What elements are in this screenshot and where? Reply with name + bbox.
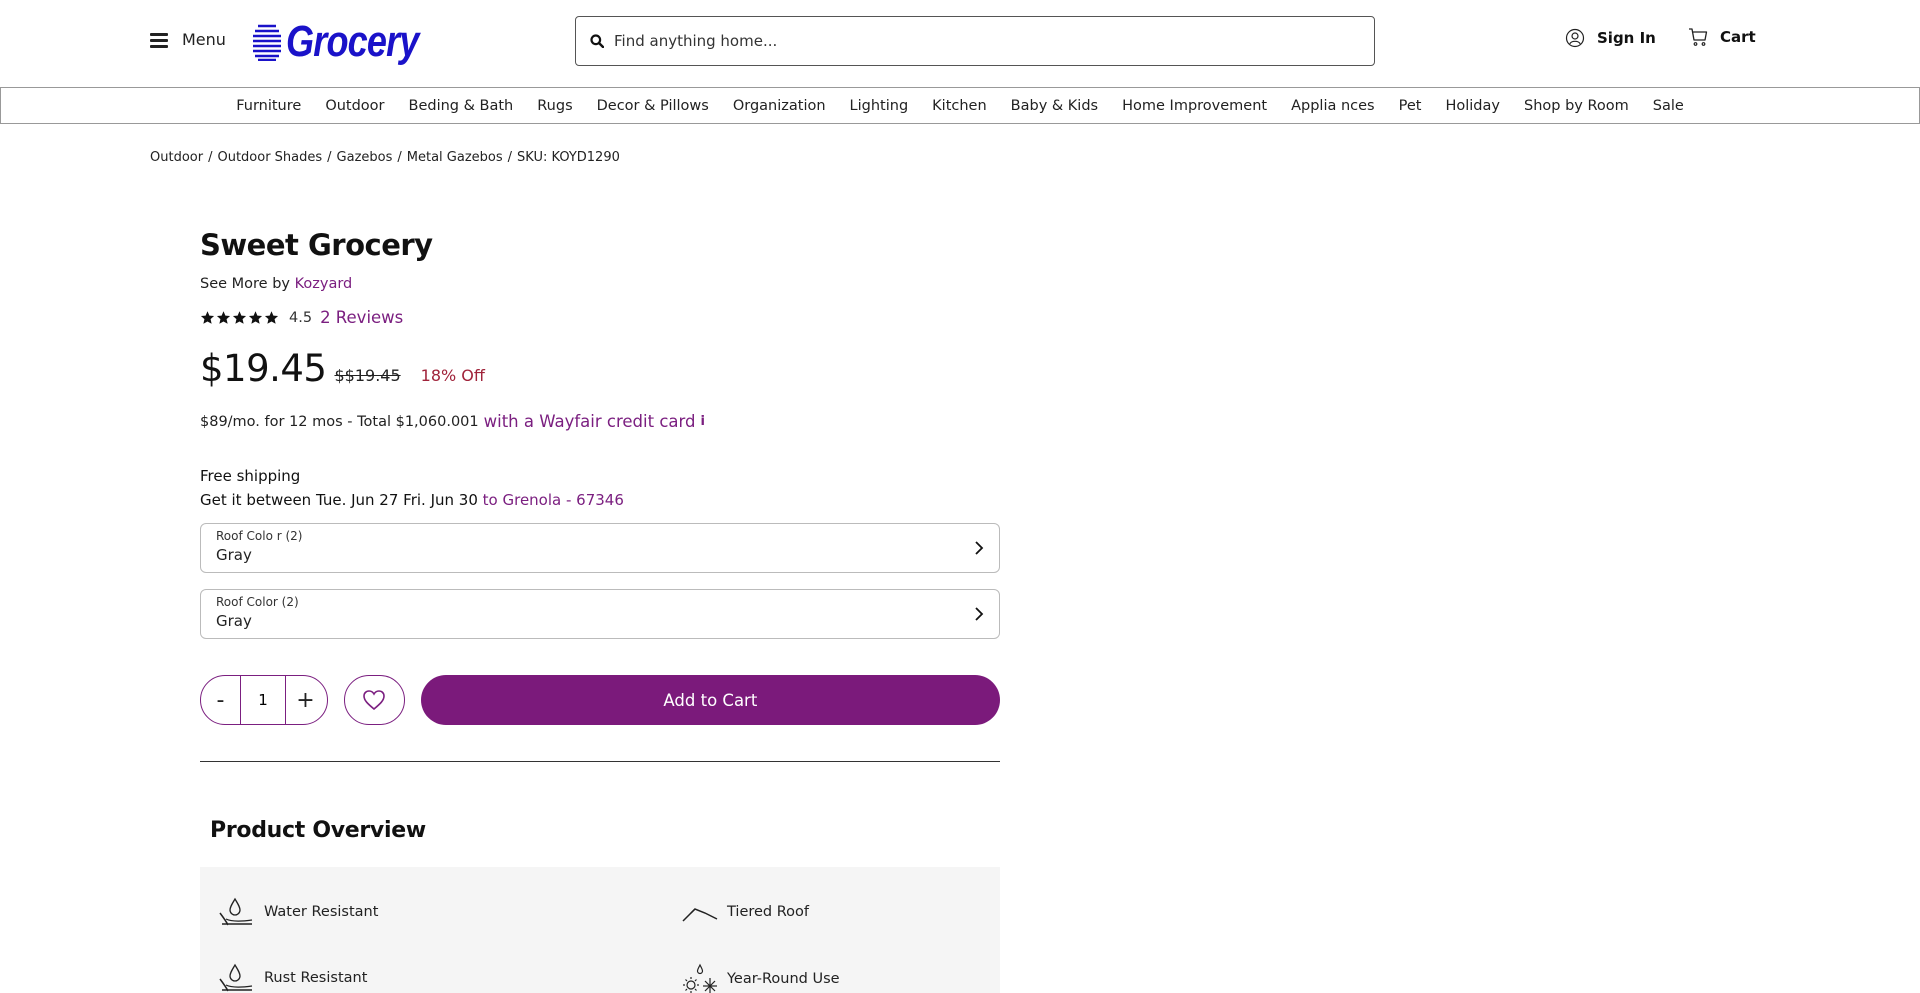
increase-quantity-button[interactable]: +	[286, 676, 325, 724]
nav-item-outdoor[interactable]: Outdoor	[313, 98, 396, 114]
nav-item-rugs[interactable]: Rugs	[525, 98, 584, 114]
current-price: $19.45	[200, 347, 327, 390]
site-header: Menu Grocery Si	[0, 0, 1920, 87]
star-icon	[264, 311, 279, 324]
feature-label: Tiered Roof	[727, 904, 810, 920]
nav-item-pet[interactable]: Pet	[1387, 98, 1434, 114]
feature-label: Year-Round Use	[727, 971, 840, 987]
nav-item-shop-by-room[interactable]: Shop by Room	[1512, 98, 1641, 114]
quantity-stepper: - +	[200, 675, 328, 725]
breadcrumb-separator: /	[397, 150, 402, 165]
star-icon	[248, 311, 263, 324]
purchase-actions: - + Add to Cart	[200, 675, 1000, 725]
nav-item-baby-kids[interactable]: Baby & Kids	[999, 98, 1110, 114]
breadcrumb-link[interactable]: Metal Gazebos	[407, 150, 503, 165]
nav-item-kitchen[interactable]: Kitchen	[920, 98, 999, 114]
nav-item-lighting[interactable]: Lighting	[838, 98, 921, 114]
feature-item: Water Resistant	[218, 897, 378, 927]
rating-row: 4.5 2 Reviews	[200, 308, 1000, 327]
hamburger-icon	[150, 32, 168, 48]
credit-card-link[interactable]: with a Wayfair credit card	[484, 412, 696, 431]
feature-item: Year-Round Use	[681, 963, 840, 993]
feature-label: Water Resistant	[264, 904, 379, 920]
shipping-title: Free shipping	[200, 467, 301, 485]
breadcrumb-link[interactable]: Outdoor	[150, 150, 203, 165]
decrease-quantity-button[interactable]: -	[201, 676, 240, 724]
discount-badge: 18% Off	[420, 366, 485, 385]
cart-label: Cart	[1720, 28, 1756, 46]
breadcrumb: Outdoor / Outdoor Shades / Gazebos / Met…	[150, 150, 620, 165]
option-value: Gray	[216, 546, 252, 564]
nav-item-holiday[interactable]: Holiday	[1433, 98, 1512, 114]
breadcrumb-link[interactable]: Outdoor Shades	[217, 150, 322, 165]
menu-label: Menu	[182, 30, 226, 49]
search-input[interactable]	[614, 32, 1314, 50]
search-icon	[590, 34, 604, 48]
water-drop-icon	[219, 897, 253, 926]
roof-icon	[682, 908, 718, 922]
financing-text: $89/mo. for 12 mos - Total $1,060.001	[200, 413, 479, 430]
financing-row: $89/mo. for 12 mos - Total $1,060.001 wi…	[200, 412, 1000, 431]
sun-snow-icon	[683, 963, 717, 993]
info-icon[interactable]: i	[700, 414, 704, 429]
category-nav: Furniture Outdoor Beding & Bath Rugs Dec…	[0, 87, 1920, 124]
chevron-right-icon	[975, 541, 984, 555]
sku-text: SKU: KOYD1290	[517, 150, 620, 165]
logo[interactable]: Grocery	[252, 17, 448, 67]
roof-color-selector[interactable]: Roof Color (2) Gray	[200, 589, 1000, 639]
product-details: Sweet Grocery See More by Kozyard 4.5 2 …	[200, 228, 1000, 993]
product-overview-title: Product Overview	[210, 818, 426, 843]
star-icon	[232, 311, 247, 324]
feature-item: Rust Resistant	[218, 963, 367, 993]
star-icon	[216, 311, 231, 324]
nav-item-home-improvement[interactable]: Home Improvement	[1110, 98, 1279, 114]
search-bar[interactable]	[575, 16, 1375, 66]
sign-in-button[interactable]: Sign In	[1565, 28, 1656, 48]
cart-icon	[1689, 28, 1708, 46]
see-more-prefix: See More by	[200, 276, 290, 292]
water-drop-icon	[219, 963, 253, 992]
star-rating	[200, 310, 279, 325]
nav-item-bedding-bath[interactable]: Beding & Bath	[397, 98, 526, 114]
original-price: $$19.45	[334, 366, 401, 385]
divider	[200, 761, 1000, 762]
nav-item-sale[interactable]: Sale	[1641, 98, 1696, 114]
feature-label: Rust Resistant	[264, 970, 368, 986]
option-value: Gray	[216, 612, 252, 630]
star-icon	[200, 311, 215, 324]
nav-item-organization[interactable]: Organization	[721, 98, 838, 114]
option-label: Roof Color (2)	[216, 595, 299, 609]
menu-button[interactable]: Menu	[150, 30, 226, 49]
rating-value: 4.5	[289, 309, 313, 326]
chevron-right-icon	[975, 607, 984, 621]
brand-link[interactable]: Kozyard	[295, 276, 353, 292]
product-overview-features: Water Resistant Tiered Roof Rust Resista…	[200, 867, 1000, 993]
see-more-by: See More by Kozyard	[200, 276, 1000, 292]
breadcrumb-separator: /	[208, 150, 213, 165]
sign-in-label: Sign In	[1597, 29, 1656, 47]
breadcrumb-link[interactable]: Gazebos	[337, 150, 393, 165]
feature-item: Tiered Roof	[681, 897, 809, 927]
breadcrumb-separator: /	[507, 150, 513, 165]
delivery-estimate: Get it between Tue. Jun 27 Fri. Jun 30 t…	[200, 491, 1000, 509]
quantity-input[interactable]	[240, 676, 286, 724]
nav-item-furniture[interactable]: Furniture	[224, 98, 313, 114]
wishlist-button[interactable]	[343, 675, 405, 725]
reviews-link[interactable]: 2 Reviews	[320, 308, 403, 327]
delivery-location-link[interactable]: to Grenola - 67346	[483, 491, 624, 509]
product-title: Sweet Grocery	[200, 228, 433, 262]
nav-item-appliances[interactable]: Applia nces	[1279, 98, 1387, 114]
heart-icon	[363, 690, 386, 711]
breadcrumb-separator: /	[327, 150, 332, 165]
user-icon	[1565, 28, 1585, 48]
cart-button[interactable]: Cart	[1688, 27, 1756, 47]
logo-mark-icon	[253, 24, 281, 61]
add-to-cart-button[interactable]: Add to Cart	[420, 675, 1000, 725]
roof-color-selector[interactable]: Roof Colo r (2) Gray	[200, 523, 1000, 573]
logo-text: Grocery	[286, 17, 419, 66]
nav-item-decor-pillows[interactable]: Decor & Pillows	[585, 98, 721, 114]
price-row: $19.45 $$19.45 18% Off	[200, 347, 1000, 390]
option-label: Roof Colo r (2)	[216, 529, 303, 543]
delivery-text: Get it between Tue. Jun 27 Fri. Jun 30	[200, 491, 478, 509]
